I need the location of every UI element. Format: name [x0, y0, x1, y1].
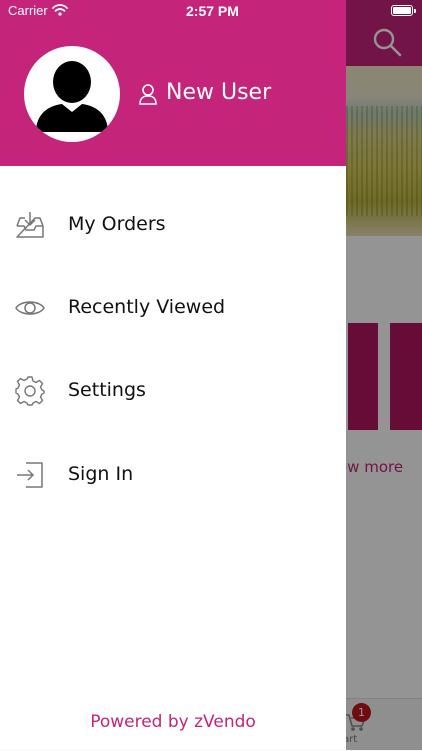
- menu-item-sign-in[interactable]: Sign In: [0, 443, 346, 507]
- gear-icon: [15, 376, 45, 406]
- avatar-person-icon: [36, 61, 108, 132]
- menu-label: Settings: [68, 379, 146, 401]
- avatar[interactable]: [24, 46, 120, 142]
- clock: 2:57 PM: [186, 3, 239, 19]
- user-name[interactable]: New User: [166, 80, 271, 105]
- menu-item-settings[interactable]: Settings: [0, 359, 346, 423]
- menu-label: My Orders: [68, 213, 166, 235]
- sign-in-icon: [17, 462, 43, 488]
- menu-label: Recently Viewed: [68, 296, 226, 318]
- powered-by-footer[interactable]: Powered by zVendo: [0, 712, 346, 732]
- user-outline-icon: [139, 84, 157, 105]
- battery-icon: [391, 5, 416, 16]
- inbox-download-icon: [16, 212, 44, 238]
- menu-item-recently-viewed[interactable]: Recently Viewed: [0, 276, 346, 340]
- wifi-icon: [52, 4, 68, 16]
- eye-icon: [15, 301, 45, 315]
- side-drawer: New User My Orders Recently Viewed Setti…: [0, 0, 346, 750]
- menu-item-my-orders[interactable]: My Orders: [0, 193, 346, 257]
- status-bar: Carrier 2:57 PM: [0, 0, 422, 22]
- carrier-label: Carrier: [8, 3, 48, 18]
- menu-label: Sign In: [68, 463, 134, 485]
